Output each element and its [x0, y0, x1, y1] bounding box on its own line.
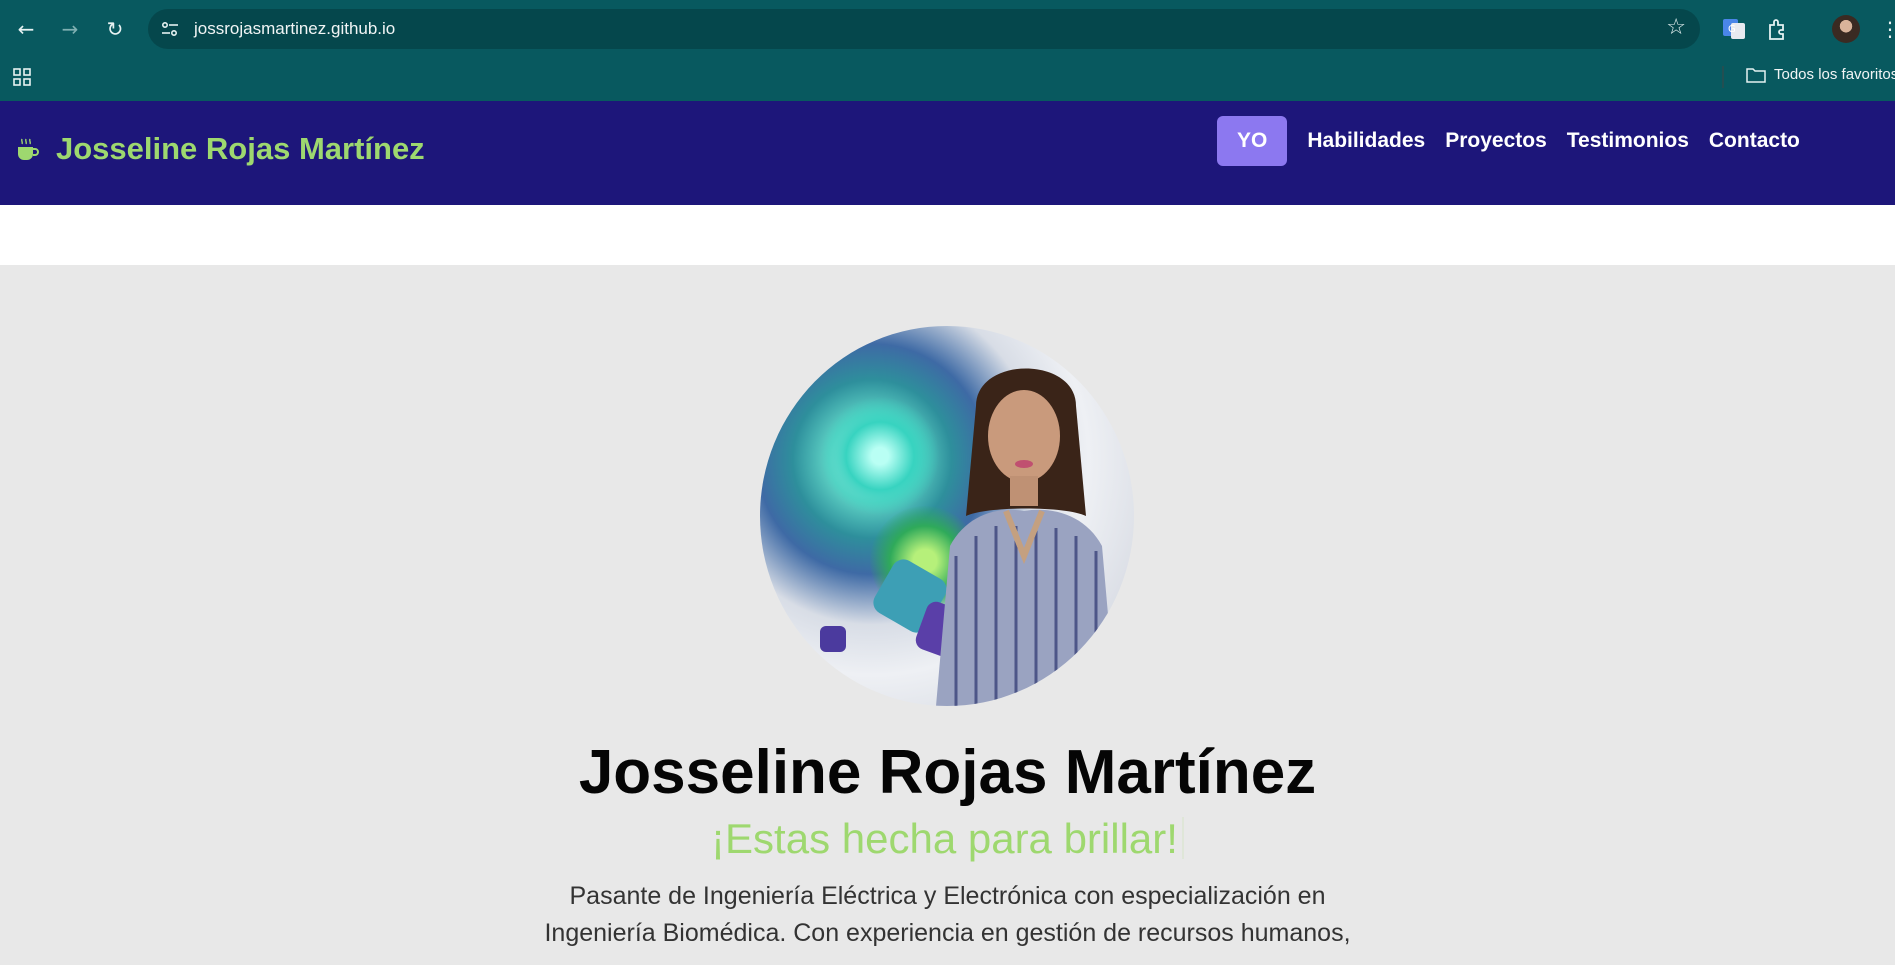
profile-avatar[interactable] [1832, 15, 1860, 43]
svg-text:G: G [1728, 24, 1736, 35]
browser-menu-icon[interactable]: ⋮ [1880, 14, 1895, 44]
back-icon[interactable]: ← [11, 14, 41, 44]
all-bookmarks-label: Todos los favoritos [1774, 66, 1895, 83]
url-text[interactable]: jossrojasmartinez.github.io [194, 19, 395, 39]
typing-caret [1181, 817, 1184, 859]
nav-item-habilidades[interactable]: Habilidades [1307, 116, 1425, 166]
hero-name: Josseline Rojas Martínez [578, 738, 1317, 807]
hero-description: Pasante de Ingeniería Eléctrica y Electr… [490, 878, 1405, 952]
hero-tagline: ¡Estas hecha para brillar! [0, 815, 1895, 863]
browser-toolbar: ← → ↻ jossrojasmartinez.github.io ☆ G ⋮ [0, 0, 1895, 58]
site-settings-icon[interactable] [160, 19, 180, 39]
google-translate-icon[interactable]: G [1721, 16, 1747, 42]
profile-photo [760, 326, 1134, 706]
site-header: Josseline Rojas Martínez YO Habilidades … [0, 101, 1895, 205]
forward-icon[interactable]: → [55, 14, 85, 44]
nav-item-yo[interactable]: YO [1217, 116, 1288, 166]
site-brand[interactable]: Josseline Rojas Martínez [56, 131, 425, 167]
reload-icon[interactable]: ↻ [100, 14, 130, 44]
header-spacer [0, 205, 1895, 265]
hero-description-line2: Ingeniería Biomédica. Con experiencia en… [544, 919, 1351, 947]
address-bar[interactable]: jossrojasmartinez.github.io ☆ [148, 9, 1700, 49]
hero-tagline-text: ¡Estas hecha para brillar! [711, 815, 1178, 862]
nav-item-contacto[interactable]: Contacto [1709, 116, 1800, 166]
bookmark-star-icon[interactable]: ☆ [1666, 15, 1686, 40]
folder-icon [1746, 67, 1766, 83]
hero-description-line1: Pasante de Ingeniería Eléctrica y Electr… [569, 882, 1326, 910]
bookmarks-bar: Todos los favoritos [0, 58, 1895, 101]
coffee-cup-icon [18, 138, 39, 160]
extensions-icon[interactable] [1765, 16, 1791, 42]
apps-grid-icon[interactable] [12, 67, 32, 87]
nav-item-testimonios[interactable]: Testimonios [1567, 116, 1689, 166]
bookmarks-divider [1722, 66, 1724, 88]
main-nav: YO Habilidades Proyectos Testimonios Con… [1217, 116, 1800, 166]
person-figure [936, 368, 1116, 706]
all-bookmarks-folder[interactable]: Todos los favoritos [1746, 66, 1895, 83]
nav-item-proyectos[interactable]: Proyectos [1445, 116, 1547, 166]
